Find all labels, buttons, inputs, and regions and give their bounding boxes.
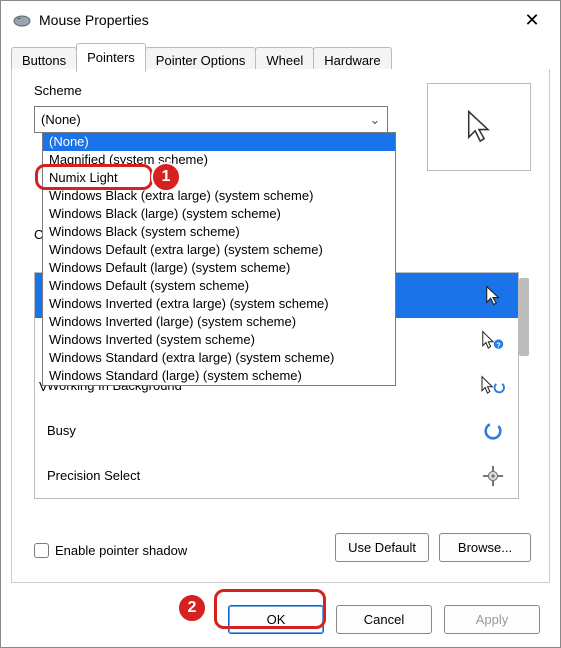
scheme-option[interactable]: Windows Standard (extra large) (system s…	[43, 349, 395, 367]
scheme-option[interactable]: Numix Light	[43, 169, 395, 187]
arrow-cursor-icon	[478, 285, 508, 307]
scheme-dropdown-list[interactable]: (None) Magnified (system scheme) Numix L…	[42, 132, 396, 386]
scheme-option[interactable]: Windows Default (large) (system scheme)	[43, 259, 395, 277]
pointer-shadow-checkbox[interactable]	[34, 543, 49, 558]
listbox-scrollbar[interactable]	[517, 278, 531, 498]
scheme-option[interactable]: Magnified (system scheme)	[43, 151, 395, 169]
scheme-option[interactable]: Windows Black (system scheme)	[43, 223, 395, 241]
cursor-action-buttons: Use Default Browse...	[335, 533, 531, 562]
list-row-label: Busy	[47, 423, 478, 438]
scheme-option[interactable]: Windows Black (extra large) (system sche…	[43, 187, 395, 205]
arrow-help-cursor-icon: ?	[478, 330, 508, 352]
title-bar: Mouse Properties ✕	[1, 1, 560, 39]
tab-pointers[interactable]: Pointers	[76, 43, 146, 72]
scheme-option[interactable]: Windows Default (system scheme)	[43, 277, 395, 295]
scheme-option[interactable]: Windows Black (large) (system scheme)	[43, 205, 395, 223]
list-row-precision[interactable]: Precision Select	[35, 453, 518, 498]
cursor-preview-box	[427, 83, 531, 171]
ok-button[interactable]: OK	[228, 605, 324, 634]
chevron-down-icon: ⌄	[369, 112, 381, 128]
scheme-option[interactable]: Windows Default (extra large) (system sc…	[43, 241, 395, 259]
scheme-option[interactable]: Windows Standard (large) (system scheme)	[43, 367, 395, 385]
scheme-option[interactable]: Windows Inverted (extra large) (system s…	[43, 295, 395, 313]
arrow-cursor-icon	[465, 109, 493, 145]
scheme-option[interactable]: Windows Inverted (system scheme)	[43, 331, 395, 349]
apply-button[interactable]: Apply	[444, 605, 540, 634]
scrollbar-thumb[interactable]	[519, 278, 529, 356]
svg-text:?: ?	[496, 342, 500, 349]
list-row-busy[interactable]: Busy	[35, 408, 518, 453]
scheme-option[interactable]: Windows Inverted (large) (system scheme)	[43, 313, 395, 331]
arrow-busy-cursor-icon	[478, 375, 508, 397]
list-row-label: Precision Select	[47, 468, 478, 483]
window-title: Mouse Properties	[39, 12, 510, 28]
cancel-button[interactable]: Cancel	[336, 605, 432, 634]
browse-button[interactable]: Browse...	[439, 533, 531, 562]
dialog-footer: OK Cancel Apply	[1, 591, 560, 647]
busy-circle-cursor-icon	[478, 420, 508, 442]
scheme-option[interactable]: (None)	[43, 133, 395, 151]
scheme-combobox[interactable]: (None) ⌄	[34, 106, 388, 133]
scheme-selected-value: (None)	[41, 112, 369, 127]
crosshair-cursor-icon	[478, 465, 508, 487]
mouse-icon	[13, 14, 31, 26]
close-button[interactable]: ✕	[510, 5, 554, 35]
use-default-button[interactable]: Use Default	[335, 533, 429, 562]
pointer-shadow-row: Enable pointer shadow	[34, 543, 187, 558]
pointer-shadow-label: Enable pointer shadow	[55, 543, 187, 558]
